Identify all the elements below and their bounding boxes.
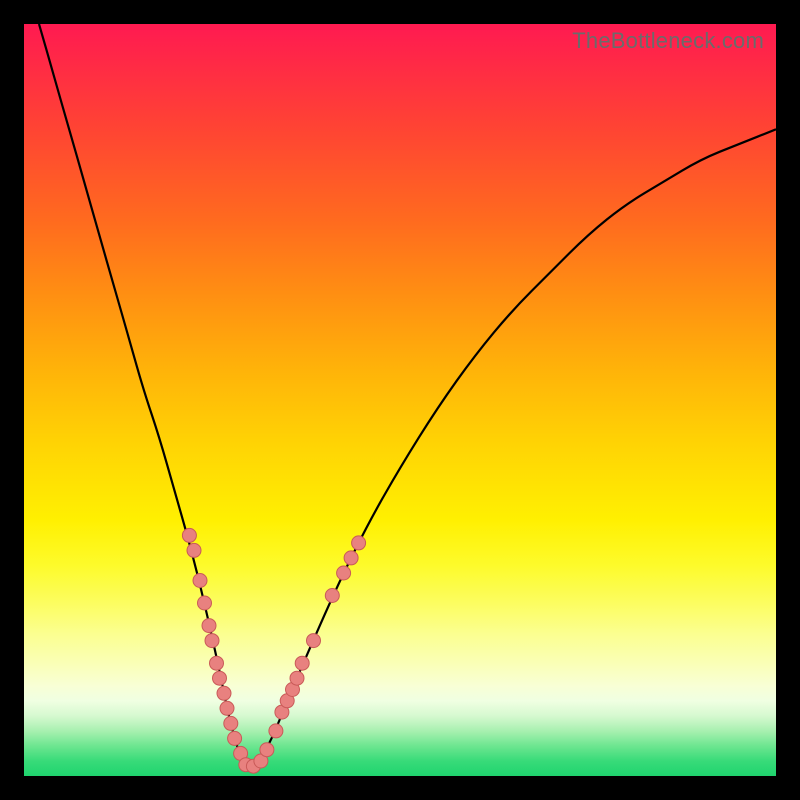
chart-container: TheBottleneck.com — [24, 24, 776, 776]
watermark-text: TheBottleneck.com — [572, 28, 764, 54]
chart-background-gradient — [24, 24, 776, 776]
